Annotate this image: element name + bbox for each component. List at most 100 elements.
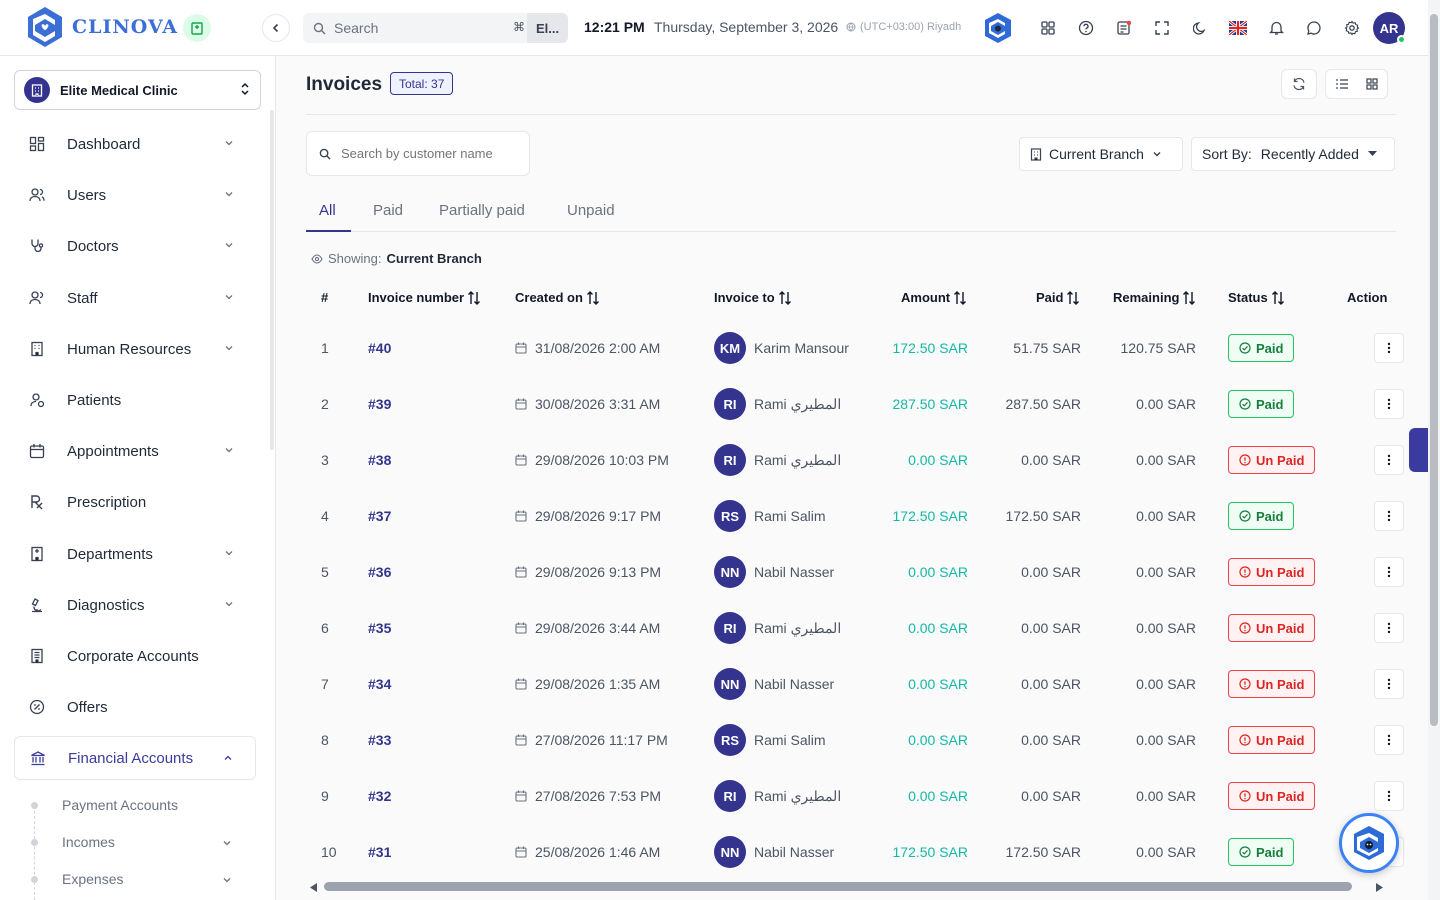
tab-unpaid[interactable]: Unpaid: [567, 202, 615, 219]
sidebar-item-human-resources[interactable]: Human Resources: [14, 327, 256, 371]
row-actions-button[interactable]: [1374, 725, 1404, 755]
sort-dropdown[interactable]: Sort By: Recently Added: [1191, 137, 1395, 171]
row-actions-button[interactable]: [1374, 781, 1404, 811]
invoice-number-link[interactable]: #39: [368, 376, 391, 432]
sidebar-item-diagnostics[interactable]: Diagnostics: [14, 583, 256, 627]
clinic-selector[interactable]: Elite Medical Clinic: [14, 70, 261, 110]
row-actions-button[interactable]: [1374, 669, 1404, 699]
notifications-bell-icon[interactable]: [1266, 18, 1286, 38]
column-header-remaining[interactable]: Remaining: [1113, 290, 1196, 305]
column-header-invoice-to[interactable]: Invoice to: [714, 290, 792, 305]
clinic-name: Elite Medical Clinic: [60, 82, 178, 98]
customer-avatar: RI: [714, 388, 746, 420]
table-row[interactable]: 7 #34 29/08/2026 1:35 AM NN Nabil Nasser 0.00…: [306, 656, 1428, 712]
sidebar-item-departments[interactable]: Departments: [14, 532, 256, 576]
invoice-number-link[interactable]: #40: [368, 320, 391, 376]
app-logo[interactable]: CLINOVA: [22, 4, 178, 50]
invoice-number-link[interactable]: #35: [368, 600, 391, 656]
sidebar-subitem-expenses[interactable]: Expenses: [62, 871, 123, 887]
list-view-button[interactable]: [1327, 78, 1357, 90]
branch-dropdown[interactable]: Current Branch: [1019, 137, 1183, 171]
table-row[interactable]: 5 #36 29/08/2026 9:13 PM NN Nabil Nasser 0.00…: [306, 544, 1428, 600]
branch-chip[interactable]: [183, 14, 211, 42]
chat-icon[interactable]: [1304, 18, 1324, 38]
invoice-number-link[interactable]: #38: [368, 432, 391, 488]
column-header-paid[interactable]: Paid: [1036, 290, 1080, 305]
sidebar-item-dashboard[interactable]: Dashboard: [14, 122, 256, 166]
language-flag-icon[interactable]: [1228, 18, 1248, 38]
apps-grid-icon[interactable]: [1038, 18, 1058, 38]
row-actions-button[interactable]: [1374, 445, 1404, 475]
tab-partially-paid[interactable]: Partially paid: [439, 202, 525, 219]
sidebar-scrollbar[interactable]: [270, 110, 274, 450]
table-row[interactable]: 6 #35 29/08/2026 3:44 AM RI Rami المطيري 0.00…: [306, 600, 1428, 656]
column-header-invoice-number[interactable]: Invoice number: [368, 290, 481, 305]
column-header-created-on[interactable]: Created on: [515, 290, 600, 305]
row-actions-button[interactable]: [1374, 557, 1404, 587]
help-icon[interactable]: [1076, 18, 1096, 38]
invoice-to[interactable]: RI Rami المطيري: [714, 432, 841, 488]
sidebar-item-corporate-accounts[interactable]: Corporate Accounts: [14, 634, 256, 678]
sidebar-item-prescription[interactable]: Prescription: [14, 480, 256, 524]
settings-gear-icon[interactable]: [1342, 18, 1362, 38]
row-actions-button[interactable]: [1374, 389, 1404, 419]
notes-icon[interactable]: [1114, 18, 1134, 38]
invoice-number-link[interactable]: #34: [368, 656, 391, 712]
invoice-number-link[interactable]: #33: [368, 712, 391, 768]
table-row[interactable]: 4 #37 29/08/2026 9:17 PM RS Rami Salim 172.50…: [306, 488, 1428, 544]
dark-mode-icon[interactable]: [1190, 18, 1210, 38]
assistant-bot-button[interactable]: [1339, 813, 1399, 873]
table-row[interactable]: 1 #40 31/08/2026 2:00 AM KM Karim Mansour 172…: [306, 320, 1428, 376]
invoice-to[interactable]: NN Nabil Nasser: [714, 656, 834, 712]
row-actions-button[interactable]: [1374, 501, 1404, 531]
sidebar-item-patients[interactable]: Patients: [14, 378, 256, 422]
invoice-to[interactable]: RI Rami المطيري: [714, 768, 841, 824]
invoice-to[interactable]: NN Nabil Nasser: [714, 824, 834, 880]
page-scrollbar-thumb[interactable]: [1430, 14, 1438, 726]
sidebar-item-staff[interactable]: Staff: [14, 276, 256, 320]
row-actions-button[interactable]: [1374, 333, 1404, 363]
table-row[interactable]: 3 #38 29/08/2026 10:03 PM RI Rami المطيري 0.0…: [306, 432, 1428, 488]
sidebar-item-users[interactable]: Users: [14, 173, 256, 217]
workspace-pill[interactable]: El...: [527, 13, 568, 43]
global-search-input[interactable]: Search ⌘: [303, 13, 539, 43]
row-actions-button[interactable]: [1374, 613, 1404, 643]
brand-mark-icon[interactable]: [983, 12, 1013, 44]
horizontal-scrollbar-thumb[interactable]: [324, 882, 1352, 891]
table-row[interactable]: 9 #32 27/08/2026 7:53 PM RI Rami المطيري 0.00…: [306, 768, 1428, 824]
column-header-status[interactable]: Status: [1228, 290, 1285, 305]
tab-paid[interactable]: Paid: [373, 202, 403, 219]
collapse-sidebar-button[interactable]: [262, 14, 290, 42]
refresh-button[interactable]: [1281, 69, 1317, 99]
invoice-number-link[interactable]: #36: [368, 544, 391, 600]
user-avatar[interactable]: AR: [1373, 12, 1406, 44]
side-drawer-tab[interactable]: [1409, 428, 1428, 472]
sidebar-item-offers[interactable]: Offers: [14, 685, 256, 729]
staff-icon: [28, 289, 46, 307]
invoice-to[interactable]: NN Nabil Nasser: [714, 544, 834, 600]
invoice-to[interactable]: RI Rami المطيري: [714, 600, 841, 656]
sidebar-item-doctors[interactable]: Doctors: [14, 224, 256, 268]
paid-amount: 0.00 SAR: [1021, 620, 1081, 636]
invoice-to[interactable]: RI Rami المطيري: [714, 376, 841, 432]
customer-search-input[interactable]: [341, 146, 511, 161]
invoice-number-link[interactable]: #37: [368, 488, 391, 544]
column-header-amount[interactable]: Amount: [901, 290, 967, 305]
invoice-to[interactable]: RS Rami Salim: [714, 488, 826, 544]
sidebar-subitem-incomes[interactable]: Incomes: [62, 834, 115, 850]
table-row[interactable]: 10 #31 25/08/2026 1:46 AM NN Nabil Nasser 172…: [306, 824, 1428, 880]
invoice-to[interactable]: KM Karim Mansour: [714, 320, 849, 376]
sidebar-subitem-payment-accounts[interactable]: Payment Accounts: [62, 797, 178, 813]
invoice-number-link[interactable]: #32: [368, 768, 391, 824]
table-row[interactable]: 8 #33 27/08/2026 11:17 PM RS Rami Salim 0.00 …: [306, 712, 1428, 768]
tab-all[interactable]: All: [319, 202, 336, 219]
sidebar-item-appointments[interactable]: Appointments: [14, 429, 256, 473]
invoice-number-link[interactable]: #31: [368, 824, 391, 880]
grid-view-button[interactable]: [1357, 78, 1387, 90]
customer-search-field[interactable]: [306, 131, 530, 176]
sidebar-item-financial-accounts[interactable]: Financial Accounts: [14, 736, 256, 780]
fullscreen-icon[interactable]: [1152, 18, 1172, 38]
invoice-to[interactable]: RS Rami Salim: [714, 712, 826, 768]
table-row[interactable]: 2 #39 30/08/2026 3:31 AM RI Rami المطيري 287.…: [306, 376, 1428, 432]
created-on: 27/08/2026 11:17 PM: [515, 712, 668, 768]
